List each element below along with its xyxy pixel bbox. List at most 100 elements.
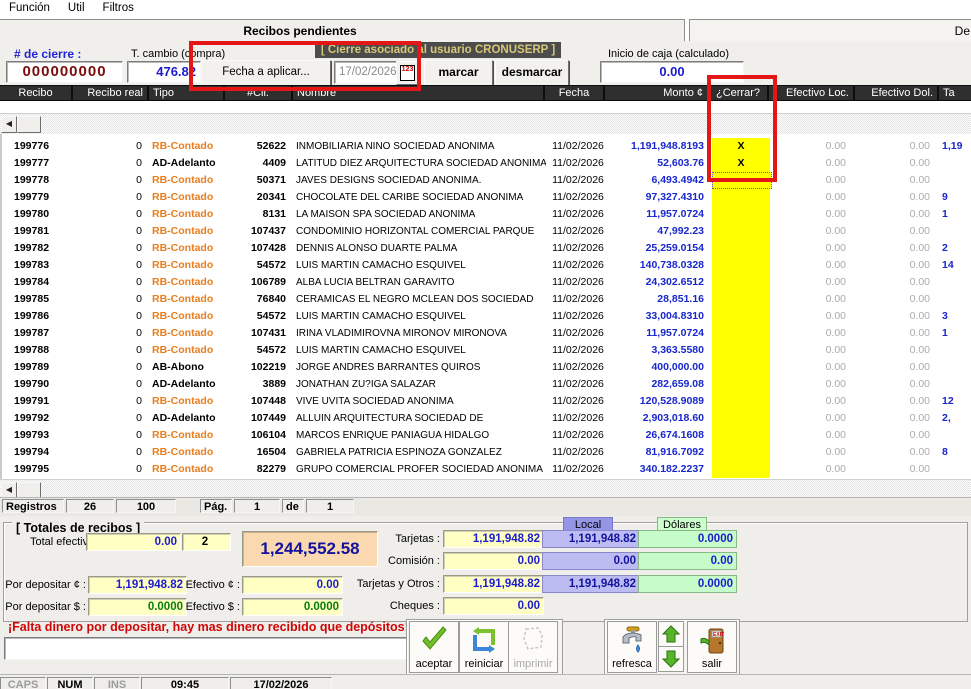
- table-row[interactable]: 1997840RB-Contado106789ALBA LUCIA BELTRA…: [2, 274, 971, 291]
- reiniciar-button[interactable]: reiniciar: [459, 621, 509, 673]
- calendar-button[interactable]: 123: [396, 61, 419, 85]
- menu-item-filtros[interactable]: Filtros: [94, 0, 143, 14]
- table-row[interactable]: 1997790RB-Contado20341CHOCOLATE DEL CARI…: [2, 189, 971, 206]
- table-row[interactable]: 1997830RB-Contado54572LUIS MARTIN CAMACH…: [2, 257, 971, 274]
- cell-cerrar[interactable]: X: [712, 155, 770, 172]
- totales-base-field[interactable]: 1,191,948.82: [443, 575, 544, 593]
- table-row[interactable]: 1997890AB-Abono102219JORGE ANDRES BARRAN…: [2, 359, 971, 376]
- table-row[interactable]: 1997870RB-Contado107431IRINA VLADIMIROVN…: [2, 325, 971, 342]
- total-efectivo-field[interactable]: 0.00: [86, 533, 181, 551]
- inicio-caja-field[interactable]: 0.00: [600, 61, 744, 83]
- table-row[interactable]: 1997780RB-Contado50371JAVES DESIGNS SOCI…: [2, 172, 971, 189]
- tcambio-field[interactable]: 476.82: [127, 61, 201, 83]
- marcar-button[interactable]: marcar: [424, 60, 493, 87]
- totales-local-field[interactable]: 1,191,948.82: [542, 575, 640, 593]
- cell-cerrar[interactable]: [712, 359, 770, 376]
- totales-dolares-field[interactable]: 0.00: [638, 552, 737, 570]
- aceptar-button[interactable]: aceptar: [409, 621, 459, 673]
- cell-efectivo-dol: 0.00: [858, 138, 930, 155]
- table-row[interactable]: 1997810RB-Contado107437CONDOMINIO HORIZO…: [2, 223, 971, 240]
- cell-cerrar[interactable]: [712, 189, 770, 206]
- cell-cerrar[interactable]: [712, 461, 770, 478]
- cell-cerrar[interactable]: [712, 291, 770, 308]
- cell-cerrar[interactable]: [712, 274, 770, 291]
- cell-cerrar[interactable]: [712, 393, 770, 410]
- column-header-cerrar[interactable]: ¿Cerrar?: [709, 86, 767, 100]
- cell-efectivo-dol: 0.00: [858, 189, 930, 206]
- marked-count-field[interactable]: 2: [182, 533, 231, 551]
- totales-base-field[interactable]: 0.00: [443, 597, 544, 615]
- table-row[interactable]: 1997770AD-Adelanto4409LATITUD DIEZ ARQUI…: [2, 155, 971, 172]
- grid-hscrollbar-bottom[interactable]: ◀: [0, 479, 971, 498]
- salir-button[interactable]: EXIT salir: [687, 621, 737, 673]
- imprimir-button[interactable]: imprimir: [508, 621, 558, 673]
- menu-item-util[interactable]: Util: [59, 0, 94, 14]
- column-header-tipo[interactable]: Tipo: [149, 86, 223, 100]
- table-row[interactable]: 1997940RB-Contado16504GABRIELA PATRICIA …: [2, 444, 971, 461]
- por-depositar-d-field[interactable]: 0.0000: [88, 598, 187, 616]
- tab-depositos[interactable]: De: [689, 19, 971, 42]
- efectivo-d-field[interactable]: 0.0000: [242, 598, 343, 616]
- cell-cerrar[interactable]: [712, 172, 772, 189]
- cell-cerrar[interactable]: [712, 308, 770, 325]
- table-row[interactable]: 1997950RB-Contado82279GRUPO COMERCIAL PR…: [2, 461, 971, 478]
- table-row[interactable]: 1997910RB-Contado107448VIVE UVITA SOCIED…: [2, 393, 971, 410]
- column-header-efectivo-dol-[interactable]: Efectivo Dol.: [855, 86, 937, 100]
- menu-item-función[interactable]: Función: [0, 0, 59, 14]
- column-header-efectivo-loc-[interactable]: Efectivo Loc.: [769, 86, 853, 100]
- table-row[interactable]: 1997820RB-Contado107428DENNIS ALONSO DUA…: [2, 240, 971, 257]
- column-header-ta[interactable]: Ta: [939, 86, 971, 100]
- message-field[interactable]: [4, 637, 410, 660]
- refresca-button[interactable]: refresca: [607, 621, 657, 673]
- desmarcar-button[interactable]: desmarcar: [495, 60, 569, 87]
- column-header-recibo[interactable]: Recibo: [0, 86, 71, 100]
- totales-base-field[interactable]: 1,191,948.82: [443, 530, 544, 548]
- cell-cerrar[interactable]: [712, 223, 770, 240]
- tab-recibos-pendientes[interactable]: Recibos pendientes: [0, 19, 685, 43]
- cierre-number-field[interactable]: 000000000: [6, 61, 123, 83]
- scroll-down-button[interactable]: [658, 646, 684, 672]
- cell-cerrar[interactable]: [712, 325, 770, 342]
- cell-cerrar[interactable]: [712, 342, 770, 359]
- cell-cerrar[interactable]: [712, 427, 770, 444]
- cell-cerrar[interactable]: [712, 206, 770, 223]
- cell-cliente: 54572: [226, 342, 286, 359]
- cell-cerrar[interactable]: [712, 240, 770, 257]
- totales-dolares-field[interactable]: 0.0000: [638, 575, 737, 593]
- cell-cerrar[interactable]: [712, 257, 770, 274]
- scroll-up-button[interactable]: [658, 621, 684, 647]
- table-row[interactable]: 1997760RB-Contado52622INMOBILIARIA NINO …: [2, 138, 971, 155]
- totales-base-field[interactable]: 0.00: [443, 552, 544, 570]
- cell-tipo: RB-Contado: [152, 342, 224, 359]
- table-row[interactable]: 1997860RB-Contado54572LUIS MARTIN CAMACH…: [2, 308, 971, 325]
- column-header-recibo-real[interactable]: Recibo real: [73, 86, 147, 100]
- totales-local-field[interactable]: 1,191,948.82: [542, 530, 640, 548]
- column-header--cli-[interactable]: #Cli.: [225, 86, 291, 100]
- column-header-nombre[interactable]: Nombre: [293, 86, 543, 100]
- fecha-a-aplicar-button[interactable]: Fecha a aplicar...: [201, 60, 331, 86]
- cell-cliente: 4409: [226, 155, 286, 172]
- table-row[interactable]: 1997900AD-Adelanto3889JONATHAN ZU?IGA SA…: [2, 376, 971, 393]
- table-row[interactable]: 1997800RB-Contado8131LA MAISON SPA SOCIE…: [2, 206, 971, 223]
- fecha-aplicar-date-field[interactable]: 17/02/2026: [334, 61, 400, 84]
- cell-cerrar[interactable]: [712, 410, 770, 427]
- table-row[interactable]: 1997930RB-Contado106104MARCOS ENRIQUE PA…: [2, 427, 971, 444]
- table-row[interactable]: 1997880RB-Contado54572LUIS MARTIN CAMACH…: [2, 342, 971, 359]
- column-header-fecha[interactable]: Fecha: [545, 86, 603, 100]
- cell-nombre: MARCOS ENRIQUE PANIAGUA HIDALGO: [296, 427, 546, 444]
- cell-cerrar[interactable]: X: [712, 138, 770, 155]
- cell-cerrar[interactable]: [712, 376, 770, 393]
- column-header-monto-[interactable]: Monto ¢: [605, 86, 707, 100]
- cell-monto: 33,004.8310: [608, 308, 704, 325]
- totales-dolares-field[interactable]: 0.0000: [638, 530, 737, 548]
- scrollbar-thumb[interactable]: [17, 116, 41, 133]
- table-row[interactable]: 1997920AD-Adelanto107449ALLUIN ARQUITECT…: [2, 410, 971, 427]
- table-row[interactable]: 1997850RB-Contado76840CERAMICAS EL NEGRO…: [2, 291, 971, 308]
- cell-cerrar[interactable]: [712, 444, 770, 461]
- totales-local-field[interactable]: 0.00: [542, 552, 640, 570]
- scroll-left-icon[interactable]: ◀: [1, 116, 17, 133]
- grid-hscrollbar-top[interactable]: ◀: [0, 113, 971, 135]
- por-depositar-d-label: Por depositar $ :: [2, 601, 86, 613]
- efectivo-c-field[interactable]: 0.00: [242, 576, 343, 594]
- por-depositar-c-field[interactable]: 1,191,948.82: [88, 576, 187, 594]
